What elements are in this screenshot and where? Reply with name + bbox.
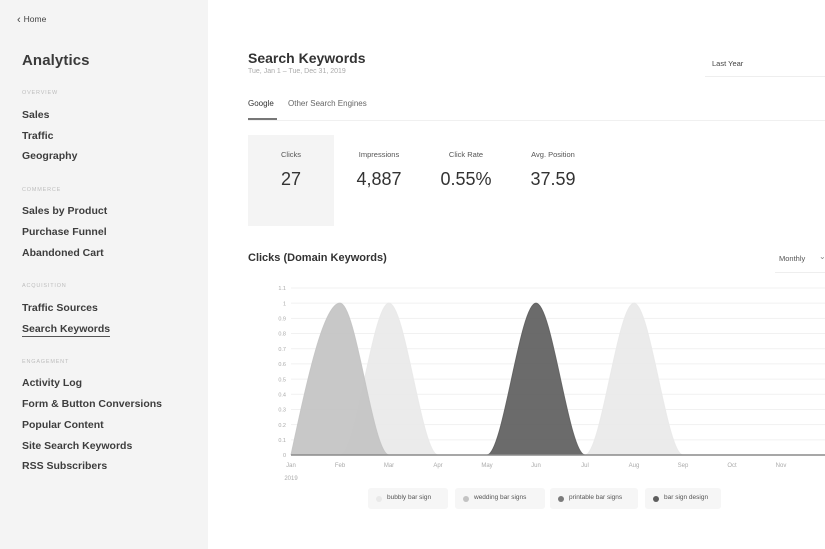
legend-dot-icon (653, 495, 659, 502)
section-heading-acquisition: ACQUISITION (22, 283, 67, 289)
y-tick-label: 0.6 (278, 362, 286, 368)
section-heading-overview: OVERVIEW (22, 90, 58, 96)
sidebar-item-activity-log[interactable]: Activity Log (22, 377, 82, 389)
y-tick-label: 0.1 (278, 438, 286, 444)
y-tick-label: 0.7 (278, 347, 286, 353)
sidebar-item-sales[interactable]: Sales (22, 109, 49, 121)
sidebar-item-traffic-sources[interactable]: Traffic Sources (22, 302, 98, 314)
x-tick-label: Nov (776, 463, 787, 469)
chevron-down-icon: ⌄ (819, 252, 825, 261)
metric-label-avg-position[interactable]: Avg. Position (503, 150, 603, 159)
sidebar-item-traffic[interactable]: Traffic (22, 130, 54, 142)
date-range: Tue, Jan 1 – Tue, Dec 31, 2019 (248, 68, 346, 75)
metric-label-impressions[interactable]: Impressions (329, 150, 429, 159)
legend-dot-icon (463, 495, 469, 502)
legend-item-printable-bar-signs[interactable]: printable bar signs (550, 488, 638, 509)
legend-item-wedding-bar-signs[interactable]: wedding bar signs (455, 488, 545, 509)
legend-label: bar sign design (664, 494, 709, 501)
metric-value-clicks: 27 (280, 169, 302, 189)
back-home-label: Home (23, 14, 47, 24)
y-tick-label: 1.1 (278, 286, 286, 292)
legend-dot-icon (558, 495, 564, 502)
chevron-left-icon: ‹ (17, 14, 21, 26)
sidebar-item-search-keywords[interactable]: Search Keywords (22, 323, 111, 337)
sidebar-item-geography[interactable]: Geography (22, 150, 77, 162)
sidebar-item-rss-subscribers[interactable]: RSS Subscribers (22, 460, 107, 472)
section-heading-commerce: COMMERCE (22, 187, 62, 193)
area-chart: 0 0.1 0.2 0.3 0.4 0.5 0.6 0.7 0.8 0.9 1 1.1 Jan Feb Ma… (278, 286, 825, 482)
x-tick-label: Oct (727, 463, 737, 469)
tab-google[interactable]: Google (248, 99, 274, 108)
x-tick-label: Jan (286, 463, 296, 469)
x-tick-label: Jul (581, 463, 589, 469)
interval-select[interactable]: Monthly ⌄ (775, 249, 825, 273)
y-tick-label: 0.8 (278, 332, 286, 338)
metric-value-click-rate[interactable]: 0.55% (416, 169, 516, 190)
y-tick-label: 0 (283, 453, 286, 459)
period-select-value: Last Year (712, 59, 744, 68)
metric-value-impressions[interactable]: 4,887 (329, 169, 429, 190)
x-tick-label: Sep (678, 463, 689, 469)
y-tick-label: 0.4 (278, 392, 286, 398)
sidebar-item-purchase-funnel[interactable]: Purchase Funnel (22, 226, 107, 238)
page-title: Search Keywords (248, 50, 366, 66)
legend-label: bubbly bar sign (387, 494, 432, 501)
sidebar: ‹ Home Analytics OVERVIEW Sales Traffic G… (0, 0, 208, 549)
y-tick-label: 0.9 (278, 317, 286, 323)
y-tick-label: 1 (283, 301, 286, 307)
y-tick-label: 0.3 (278, 408, 286, 414)
legend-item-bubbly-bar-sign[interactable]: bubbly bar sign (368, 488, 448, 509)
metric-value-avg-position[interactable]: 37.59 (503, 169, 603, 190)
sidebar-item-form-button-conversions[interactable]: Form & Button Conversions (22, 398, 162, 410)
y-tick-label: 0.2 (278, 423, 286, 429)
period-select[interactable]: Last Year (705, 55, 825, 77)
x-tick-label: Jun (531, 463, 541, 469)
legend-item-bar-sign-design[interactable]: bar sign design (645, 488, 721, 509)
sidebar-item-sales-by-product[interactable]: Sales by Product (22, 205, 107, 217)
x-tick-label: Apr (433, 463, 442, 469)
legend-dot-icon (376, 495, 382, 502)
y-tick-label: 0.5 (278, 377, 286, 383)
x-tick-label: Mar (384, 463, 394, 469)
active-tab-indicator (248, 118, 277, 120)
sidebar-item-site-search-keywords[interactable]: Site Search Keywords (22, 440, 132, 452)
sidebar-item-abandoned-cart[interactable]: Abandoned Cart (22, 247, 104, 259)
sidebar-item-popular-content[interactable]: Popular Content (22, 419, 104, 431)
tabs-divider (248, 120, 825, 121)
chart-title: Clicks (Domain Keywords) (248, 252, 387, 264)
interval-select-value: Monthly (779, 254, 806, 263)
legend-label: wedding bar signs (474, 494, 527, 501)
x-axis-year-label: 2019 (284, 476, 298, 482)
metric-label-click-rate[interactable]: Click Rate (416, 150, 516, 159)
sidebar-title: Analytics (22, 52, 90, 69)
legend-label: printable bar signs (569, 494, 623, 501)
section-heading-engagement: ENGAGEMENT (22, 359, 70, 365)
x-tick-label: Feb (335, 463, 346, 469)
back-home-link[interactable]: ‹ Home (17, 13, 47, 26)
tab-other-search-engines[interactable]: Other Search Engines (288, 99, 367, 108)
x-tick-label: Aug (629, 463, 640, 469)
metric-label-clicks: Clicks (281, 150, 301, 159)
x-tick-label: May (481, 463, 492, 469)
